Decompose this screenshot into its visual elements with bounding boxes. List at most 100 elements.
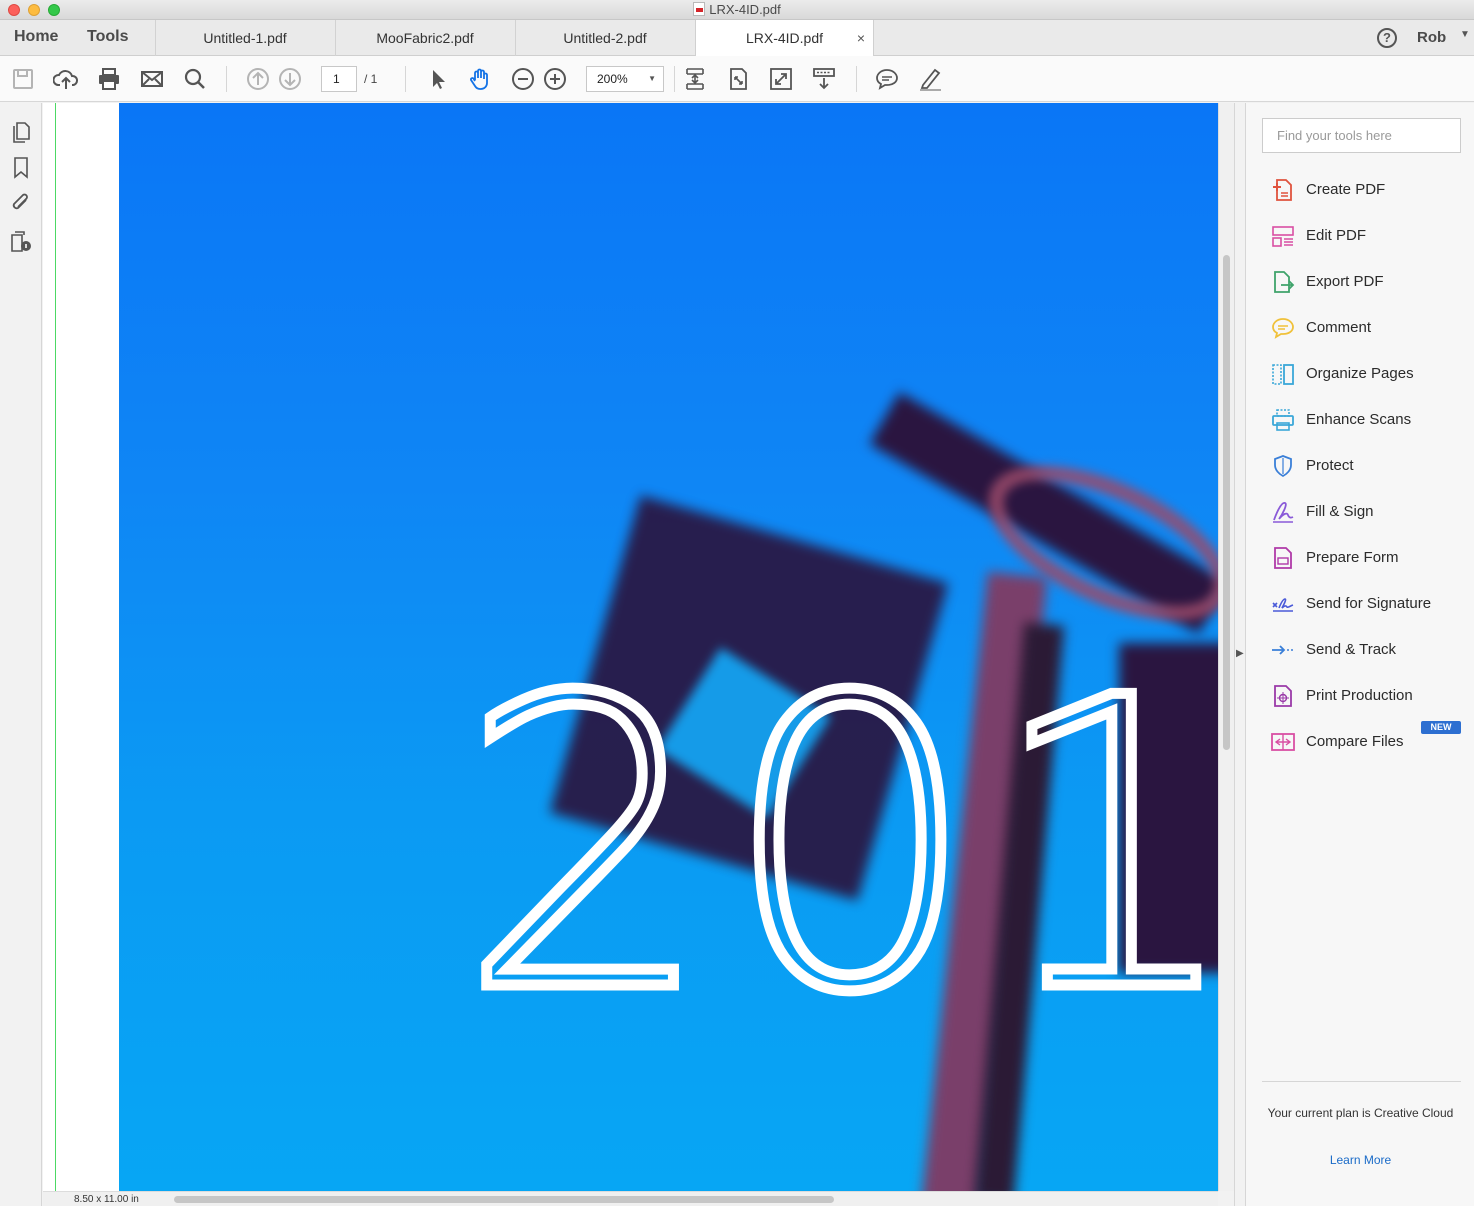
save-icon[interactable] xyxy=(10,66,36,92)
comment-icon[interactable] xyxy=(874,66,900,92)
zoom-in-icon[interactable] xyxy=(542,66,568,92)
tool-label: Protect xyxy=(1306,457,1354,474)
collapse-right-panel-icon[interactable]: ▶ xyxy=(1236,648,1244,659)
highlight-icon[interactable] xyxy=(917,66,943,92)
scroll-mode-icon[interactable] xyxy=(682,66,708,92)
search-icon[interactable] xyxy=(182,66,208,92)
tool-organize-pages[interactable]: Organize Pages xyxy=(1270,358,1470,390)
tool-label: Export PDF xyxy=(1306,273,1384,290)
tool-label: Fill & Sign xyxy=(1306,503,1374,520)
tool-comment[interactable]: Comment xyxy=(1270,312,1470,344)
toolbar: 1 / 1 200% ▼ xyxy=(0,56,1474,102)
tab-label: Untitled-1.pdf xyxy=(203,30,287,46)
tab-untitled-1[interactable]: Untitled-1.pdf xyxy=(155,20,334,56)
tab-moofabric2[interactable]: MooFabric2.pdf xyxy=(335,20,514,56)
window-title: LRX-4ID.pdf xyxy=(0,2,1474,17)
select-cursor-icon[interactable] xyxy=(425,66,451,92)
tool-label: Print Production xyxy=(1306,687,1413,704)
tool-label: Create PDF xyxy=(1306,181,1386,198)
comment-tool-icon xyxy=(1270,315,1296,341)
email-icon[interactable] xyxy=(139,66,165,92)
read-mode-icon[interactable] xyxy=(811,66,837,92)
horizontal-scroll-thumb[interactable] xyxy=(174,1196,834,1203)
pdf-page[interactable]: 201 xyxy=(119,103,1218,1191)
tools-search-input[interactable]: Find your tools here xyxy=(1262,118,1461,153)
edit-pdf-icon xyxy=(1270,223,1296,249)
tool-label: Edit PDF xyxy=(1306,227,1367,244)
plan-divider xyxy=(1262,1081,1461,1082)
send-track-icon xyxy=(1270,637,1296,663)
tool-edit-pdf[interactable]: Edit PDF xyxy=(1270,220,1470,252)
create-pdf-icon xyxy=(1270,177,1296,203)
page-number-input[interactable]: 1 xyxy=(321,66,357,92)
toolbar-divider xyxy=(674,66,675,92)
toolbar-divider xyxy=(226,66,227,92)
prev-page-icon[interactable] xyxy=(245,66,271,92)
tool-create-pdf[interactable]: Create PDF xyxy=(1270,174,1470,206)
user-menu[interactable]: Rob xyxy=(1417,29,1446,46)
full-screen-icon[interactable] xyxy=(768,66,794,92)
tool-fill-sign[interactable]: Fill & Sign xyxy=(1270,496,1470,528)
tab-untitled-2[interactable]: Untitled-2.pdf xyxy=(515,20,694,56)
tab-label: LRX-4ID.pdf xyxy=(745,30,824,46)
fit-page-icon[interactable] xyxy=(725,66,751,92)
tab-lrx-4id[interactable]: LRX-4ID.pdf × xyxy=(695,20,874,57)
tool-label: Enhance Scans xyxy=(1306,411,1412,428)
print-icon[interactable] xyxy=(96,66,122,92)
page-edge-line xyxy=(55,103,56,1191)
protect-icon xyxy=(1270,453,1296,479)
tool-export-pdf[interactable]: Export PDF xyxy=(1270,266,1470,298)
vertical-scrollbar[interactable] xyxy=(1218,103,1234,1191)
tool-protect[interactable]: Protect xyxy=(1270,450,1470,482)
zoom-out-icon[interactable] xyxy=(510,66,536,92)
page-thumbnails-icon[interactable] xyxy=(9,119,33,143)
fill-sign-icon xyxy=(1270,499,1296,525)
tool-enhance-scans[interactable]: Enhance Scans xyxy=(1270,404,1470,436)
tool-label: Organize Pages xyxy=(1306,365,1414,382)
compare-files-icon xyxy=(1270,729,1296,755)
page-total: / 1 xyxy=(364,72,378,86)
help-icon[interactable]: ? xyxy=(1377,28,1397,48)
tab-bar: Home Tools Untitled-1.pdf MooFabric2.pdf… xyxy=(0,20,1474,57)
tool-label: Send & Track xyxy=(1306,641,1397,658)
attachment-icon[interactable] xyxy=(9,191,33,215)
tool-label: Prepare Form xyxy=(1306,549,1399,566)
next-page-icon[interactable] xyxy=(277,66,303,92)
cloud-upload-icon[interactable] xyxy=(52,66,79,92)
tab-close-icon[interactable]: × xyxy=(857,20,865,57)
learn-more-link[interactable]: Learn More xyxy=(1246,1153,1474,1167)
window-title-text: LRX-4ID.pdf xyxy=(709,2,781,17)
tools-nav-button[interactable]: Tools xyxy=(87,28,128,46)
send-signature-icon xyxy=(1270,591,1296,617)
tool-send-for-signature[interactable]: Send for Signature xyxy=(1270,588,1470,620)
home-nav-button[interactable]: Home xyxy=(14,28,58,46)
tab-label: MooFabric2.pdf xyxy=(376,30,474,46)
tool-prepare-form[interactable]: Prepare Form xyxy=(1270,542,1470,574)
toolbar-divider xyxy=(856,66,857,92)
vertical-scroll-thumb[interactable] xyxy=(1223,255,1230,750)
tool-label: Compare Files xyxy=(1306,733,1404,750)
horizontal-scrollbar[interactable]: 8.50 x 11.00 in xyxy=(43,1191,1218,1206)
organize-pages-icon xyxy=(1270,361,1296,387)
enhance-scans-icon xyxy=(1270,407,1296,433)
hand-tool-icon[interactable] xyxy=(467,66,493,92)
tools-pane: Find your tools here Create PDF Edit PDF… xyxy=(1245,103,1474,1206)
document-properties-icon[interactable] xyxy=(9,229,33,253)
page-size-label: 8.50 x 11.00 in xyxy=(74,1194,139,1205)
chevron-down-icon: ▼ xyxy=(648,74,656,83)
zoom-level-select[interactable]: 200% ▼ xyxy=(586,66,664,92)
tool-label: Comment xyxy=(1306,319,1372,336)
page-big-number: 201 xyxy=(453,615,1218,1080)
zoom-value: 200% xyxy=(597,72,628,86)
print-production-icon xyxy=(1270,683,1296,709)
prepare-form-icon xyxy=(1270,545,1296,571)
chevron-down-icon[interactable]: ▼ xyxy=(1460,29,1470,40)
tab-label: Untitled-2.pdf xyxy=(563,30,647,46)
document-viewport[interactable]: 201 xyxy=(43,103,1218,1191)
pdf-file-icon xyxy=(693,2,706,16)
new-badge: NEW xyxy=(1421,721,1461,734)
tool-send-track[interactable]: Send & Track xyxy=(1270,634,1470,666)
tool-print-production[interactable]: Print Production xyxy=(1270,680,1470,712)
bookmark-icon[interactable] xyxy=(9,155,33,179)
toolbar-divider xyxy=(405,66,406,92)
